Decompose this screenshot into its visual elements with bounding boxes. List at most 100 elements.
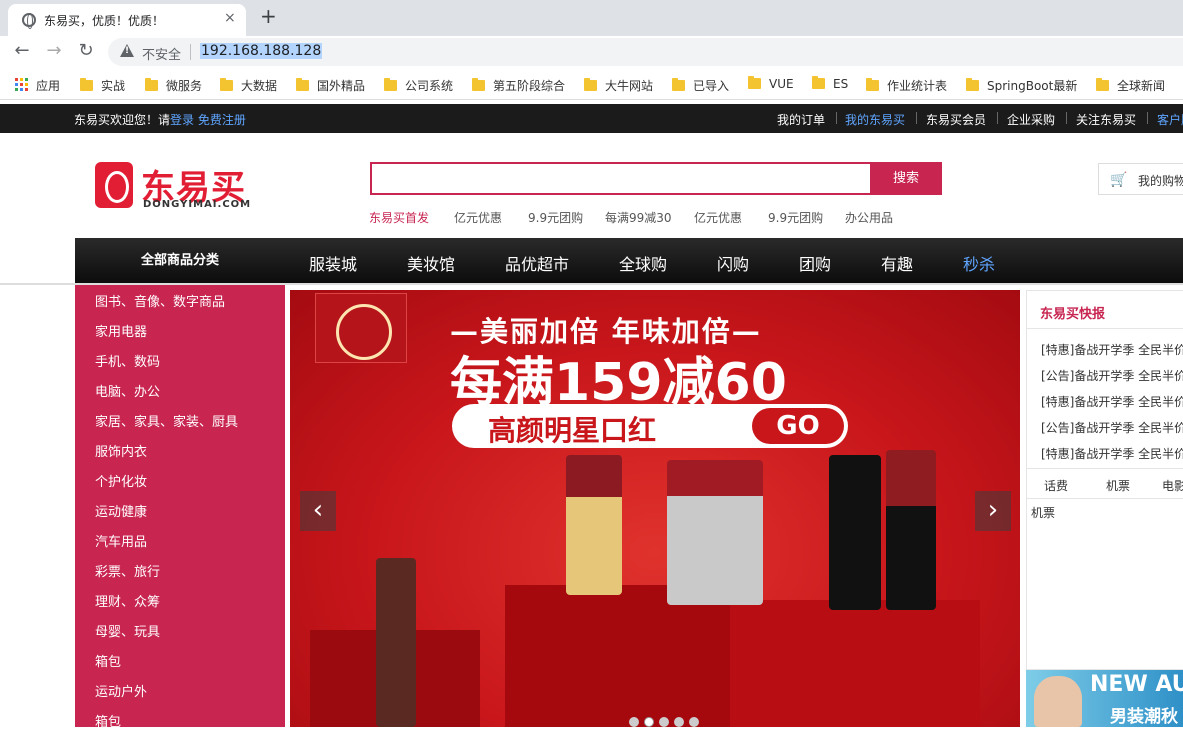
category-item[interactable]: 家居、家具、家装、厨具 (95, 411, 238, 430)
top-link-follow[interactable]: 关注东易买 (1076, 111, 1136, 128)
banner-pill-text: 高颜明星口红 (488, 414, 657, 447)
category-item[interactable]: 汽车用品 (95, 531, 147, 550)
folder-icon (584, 78, 597, 91)
hot-keyword[interactable]: 9.9元团购 (528, 209, 583, 226)
hot-keyword[interactable]: 亿元优惠 (694, 209, 742, 226)
reload-icon[interactable]: ↻ (74, 40, 98, 61)
address-separator (190, 44, 191, 60)
back-arrow-icon[interactable]: ← (10, 40, 34, 61)
bookmark-item[interactable]: 公司系统 (384, 77, 453, 94)
category-item[interactable]: 服饰内衣 (95, 441, 147, 460)
bookmark-label: SpringBoot最新 (987, 79, 1078, 93)
top-link-my-account[interactable]: 我的东易买 (845, 111, 905, 128)
news-item[interactable]: [特惠]备战开学季 全民半价购 (1041, 341, 1183, 358)
banner-next-arrow-icon[interactable]: › (975, 491, 1011, 531)
bookmark-item[interactable]: 国外精品 (296, 77, 365, 94)
nav-item[interactable]: 全球购 (619, 251, 667, 275)
bookmark-label: VUE (769, 77, 794, 91)
apps-grid-icon[interactable] (15, 78, 28, 91)
top-link-member[interactable]: 东易买会员 (926, 111, 986, 128)
folder-icon (748, 76, 761, 89)
category-item[interactable]: 个护化妆 (95, 471, 147, 490)
url-text[interactable]: 192.168.188.128 (200, 43, 323, 59)
service-tab[interactable]: 话费 (1044, 477, 1068, 494)
nav-item[interactable]: 服装城 (309, 251, 357, 275)
news-title: 东易买快报 (1040, 307, 1106, 322)
register-link[interactable]: 免费注册 (198, 113, 246, 127)
search-button[interactable]: 搜索 (870, 162, 942, 195)
top-link-separator (1147, 112, 1148, 124)
site-logo-domain: DONGYIMAI.COM (143, 199, 252, 210)
category-item[interactable]: 图书、音像、数字商品 (95, 291, 225, 310)
category-item[interactable]: 电脑、办公 (95, 381, 160, 400)
category-item[interactable]: 箱包 (95, 651, 121, 670)
nav-item[interactable]: 闪购 (717, 251, 749, 275)
insecure-label[interactable]: 不安全 (142, 44, 181, 63)
bookmark-item[interactable]: 已导入 (672, 77, 729, 94)
warning-icon[interactable] (120, 44, 134, 57)
pagination-dot-active[interactable] (644, 717, 654, 727)
login-link[interactable]: 登录 (170, 113, 194, 127)
ad-headline: NEW AUTUMN (1090, 672, 1183, 697)
top-link-separator (836, 112, 837, 124)
nav-item[interactable]: 品优超市 (505, 251, 569, 275)
folder-icon (80, 78, 93, 91)
news-item[interactable]: [公告]备战开学季 全民半价购 (1041, 419, 1183, 436)
service-tab[interactable]: 电影票 (1162, 477, 1183, 494)
search-input[interactable] (370, 162, 872, 195)
top-link-enterprise[interactable]: 企业采购 (1007, 111, 1055, 128)
lipstick-image (886, 450, 936, 610)
nav-item[interactable]: 团购 (799, 251, 831, 275)
banner-prev-arrow-icon[interactable]: ‹ (300, 491, 336, 531)
hot-keyword[interactable]: 办公用品 (845, 209, 893, 226)
bookmark-item[interactable]: 实战 (80, 77, 125, 94)
category-item[interactable]: 理财、众筹 (95, 591, 160, 610)
elephant-logo-icon[interactable] (95, 162, 133, 208)
pagination-dot[interactable] (689, 717, 699, 727)
forward-arrow-icon[interactable]: → (42, 40, 66, 61)
bookmark-item[interactable]: VUE (748, 76, 794, 91)
hot-keyword[interactable]: 每满99减30 (605, 209, 672, 226)
category-item[interactable]: 母婴、玩具 (95, 621, 160, 640)
all-categories[interactable]: 全部商品分类 (75, 238, 285, 283)
bookmark-item[interactable]: 微服务 (145, 77, 202, 94)
category-item[interactable]: 运动健康 (95, 501, 147, 520)
folder-icon (812, 76, 825, 89)
tab-close-icon[interactable]: × (224, 10, 236, 26)
news-item[interactable]: [特惠]备战开学季 全民半价购 (1041, 393, 1183, 410)
hot-keyword[interactable]: 东易买首发 (369, 209, 429, 226)
nav-item[interactable]: 有趣 (881, 251, 913, 275)
bookmark-item[interactable]: SpringBoot最新 (966, 77, 1077, 94)
folder-icon (472, 78, 485, 91)
category-item[interactable]: 手机、数码 (95, 351, 160, 370)
pagination-dot[interactable] (674, 717, 684, 727)
banner-pagination[interactable] (629, 716, 704, 727)
bookmark-item[interactable]: 大牛网站 (584, 77, 653, 94)
nav-item-seckill[interactable]: 秒杀 (963, 251, 995, 275)
news-item[interactable]: [公告]备战开学季 全民半价购 (1041, 367, 1183, 384)
top-link-orders[interactable]: 我的订单 (777, 111, 825, 128)
hot-keyword[interactable]: 9.9元团购 (768, 209, 823, 226)
category-item[interactable]: 运动户外 (95, 681, 147, 700)
hot-keyword[interactable]: 亿元优惠 (454, 209, 502, 226)
bookmark-item[interactable]: 大数据 (220, 77, 277, 94)
news-item[interactable]: [特惠]备战开学季 全民半价购 (1041, 445, 1183, 462)
top-link-service[interactable]: 客户服务 (1157, 111, 1183, 128)
banner-go-button[interactable]: GO (752, 408, 844, 444)
bookmark-item[interactable]: 全球新闻 (1096, 77, 1165, 94)
folder-icon (672, 78, 685, 91)
bookmark-apps[interactable]: 应用 (36, 77, 60, 94)
bookmark-item[interactable]: ES (812, 76, 848, 91)
folder-icon (384, 78, 397, 91)
nav-item[interactable]: 美妆馆 (407, 251, 455, 275)
pagination-dot[interactable] (629, 717, 639, 727)
category-item[interactable]: 家用电器 (95, 321, 147, 340)
new-tab-icon[interactable]: + (260, 4, 277, 28)
pagination-dot[interactable] (659, 717, 669, 727)
bookmark-item[interactable]: 第五阶段综合 (472, 77, 565, 94)
bookmark-item[interactable]: 作业统计表 (866, 77, 947, 94)
service-tab[interactable]: 机票 (1106, 477, 1130, 494)
category-item[interactable]: 彩票、旅行 (95, 561, 160, 580)
browser-tab[interactable]: 东易买，优质！优质！ × (8, 4, 246, 36)
category-item[interactable]: 箱包 (95, 711, 121, 730)
